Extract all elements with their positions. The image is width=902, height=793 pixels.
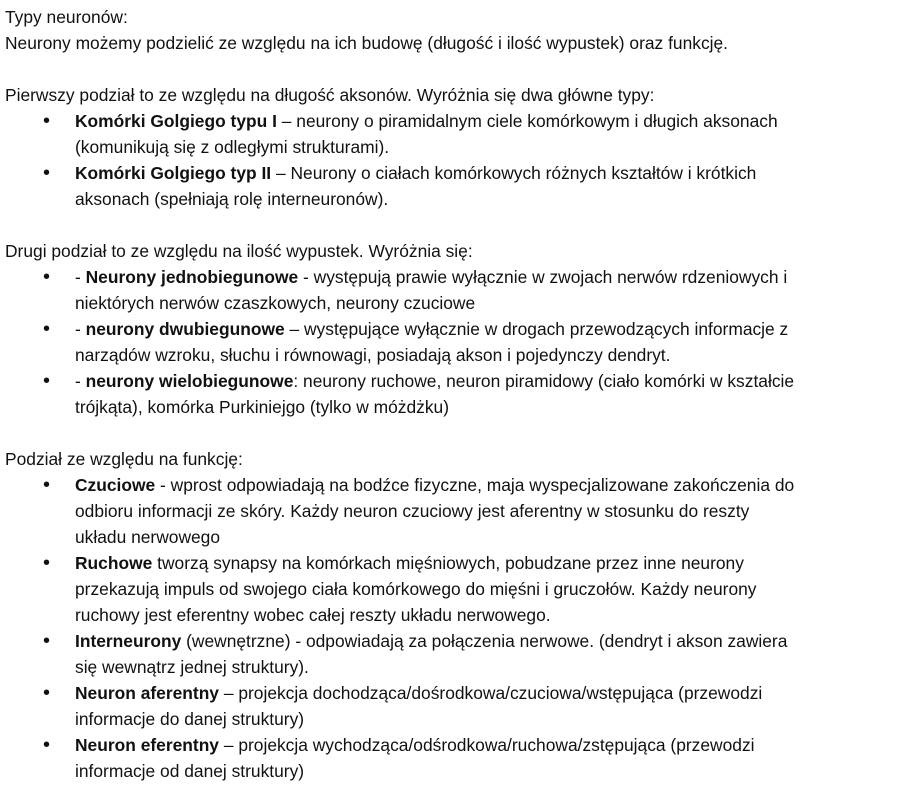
bullet-list-function: Czuciowe - wprost odpowiadają na bodźce …	[5, 472, 895, 784]
item-text-continued: się wewnątrz jednej struktury).	[75, 657, 309, 677]
list-item: Ruchowe tworzą synapsy na komórkach mięś…	[5, 550, 895, 628]
list-item: Komórki Golgiego typ II – Neurony o ciał…	[5, 160, 895, 212]
item-text-continued: niektórych nerwów czaszkowych, neurony c…	[75, 293, 476, 313]
item-prefix: -	[75, 371, 86, 391]
item-term: neurony wielobiegunowe	[85, 371, 294, 391]
item-text: (wewnętrzne) - odpowiadają za połączenia…	[181, 631, 788, 651]
item-text-continued: aksonach (spełniają rolę interneuronów).	[75, 189, 389, 209]
item-text: – projekcja wychodząca/odśrodkowa/ruchow…	[218, 735, 755, 755]
item-text-continued: informacje do danej struktury)	[75, 709, 305, 729]
item-text: - występują prawie wyłącznie w zwojach n…	[298, 267, 788, 287]
item-text-continued: trójkąta), komórka Purkiniejgo (tylko w …	[75, 397, 450, 417]
item-term: Czuciowe	[75, 475, 156, 495]
section-heading-processes: Drugi podział to ze względu na ilość wyp…	[5, 241, 473, 261]
item-term: Komórki Golgiego typu I	[75, 111, 277, 131]
intro-paragraph: Neurony możemy podzielić ze względu na i…	[5, 33, 729, 53]
list-item: Neuron eferentny – projekcja wychodząca/…	[5, 732, 895, 784]
item-text-continued: informacje od danej struktury)	[75, 761, 305, 781]
item-text-continued: narządów wzroku, słuchu i równowagi, pos…	[75, 345, 671, 365]
list-item: - neurony wielobiegunowe: neurony ruchow…	[5, 368, 895, 420]
list-item: - neurony dwubiegunowe – występujące wył…	[5, 316, 895, 368]
list-item: Komórki Golgiego typu I – neurony o pira…	[5, 108, 895, 160]
list-item: Interneurony (wewnętrzne) - odpowiadają …	[5, 628, 895, 680]
item-text-continued: przekazują impuls od swojego ciała komór…	[75, 579, 757, 599]
item-prefix: -	[75, 267, 86, 287]
item-term: Interneurony	[75, 631, 182, 651]
item-term: Neuron aferentny	[75, 683, 219, 703]
item-term: Neurony jednobiegunowe	[85, 267, 299, 287]
item-text: : neurony ruchowe, neuron piramidowy (ci…	[293, 371, 795, 391]
item-text: - wprost odpowiadają na bodźce fizyczne,…	[155, 475, 795, 495]
list-item: Czuciowe - wprost odpowiadają na bodźce …	[5, 472, 895, 550]
item-term: Ruchowe	[75, 553, 153, 573]
item-text: – Neurony o ciałach komórkowych różnych …	[271, 163, 757, 183]
list-item: Neuron aferentny – projekcja dochodząca/…	[5, 680, 895, 732]
item-text: – projekcja dochodząca/dośrodkowa/czucio…	[218, 683, 763, 703]
bullet-list-axon-length: Komórki Golgiego typu I – neurony o pira…	[5, 108, 895, 212]
item-text-continued: (komunikują się z odległymi strukturami)…	[75, 137, 390, 157]
document-body: Typy neuronów: Neurony możemy podzielić …	[5, 4, 895, 784]
item-term: neurony dwubiegunowe	[85, 319, 285, 339]
item-text: – neurony o piramidalnym ciele komórkowy…	[276, 111, 778, 131]
section-heading-axon-length: Pierwszy podział to ze względu na długoś…	[5, 85, 655, 105]
item-text-continued: układu nerwowego	[75, 527, 221, 547]
section-heading-function: Podział ze względu na funkcję:	[5, 449, 243, 469]
item-prefix: -	[75, 319, 86, 339]
list-item: - Neurony jednobiegunowe - występują pra…	[5, 264, 895, 316]
doc-title: Typy neuronów:	[5, 7, 128, 27]
item-text-continued: ruchowy jest eferentny wobec całej reszt…	[75, 605, 551, 625]
bullet-list-processes: - Neurony jednobiegunowe - występują pra…	[5, 264, 895, 420]
item-text-continued: odbioru informacji ze skóry. Każdy neuro…	[75, 501, 750, 521]
item-text: – występujące wyłącznie w drogach przewo…	[284, 319, 789, 339]
item-term: Neuron eferentny	[75, 735, 219, 755]
item-term: Komórki Golgiego typ II	[75, 163, 272, 183]
item-text: tworzą synapsy na komórkach mięśniowych,…	[152, 553, 744, 573]
